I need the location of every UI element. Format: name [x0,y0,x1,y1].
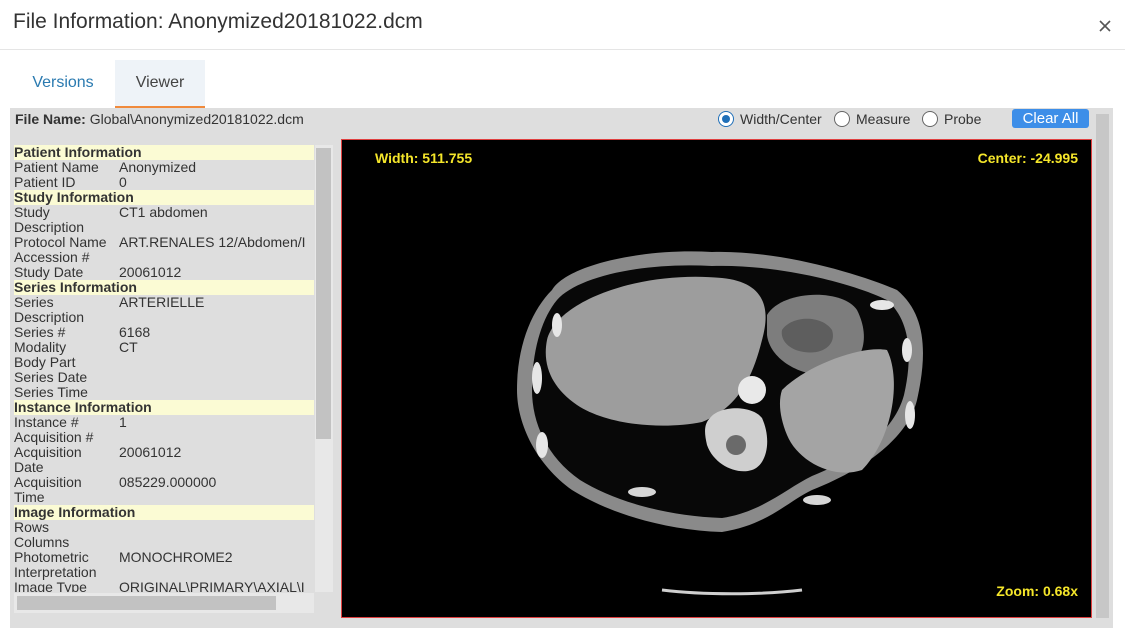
list-item: Study Date 20061012 [14,264,182,280]
list-item: Acquisition Time 085229.000000 [14,474,217,505]
list-item: Rows [14,519,50,535]
file-name-value: Global\Anonymized20181022.dcm [89,111,304,127]
section-patient: Patient Information [14,145,314,160]
tool-measure[interactable]: Measure [834,109,910,129]
list-item: Body Part [14,354,76,370]
list-item: Instance #1 [14,414,127,430]
panel-scrollbar[interactable] [1096,114,1109,618]
dialog-header: File Information: Anonymized20181022.dcm [0,0,1125,50]
tool-width-center[interactable]: Width/Center [718,109,822,129]
window-width-readout: Width: 511.755 [375,150,473,166]
list-item: Modality CT [14,339,138,355]
tool-width-center-label: Width/Center [740,111,822,127]
tab-bar: Versions Viewer [0,60,1125,108]
list-item: Acquisition Date 20061012 [14,444,182,475]
section-study: Study Information [14,190,314,205]
tab-versions[interactable]: Versions [13,60,113,108]
section-instance: Instance Information [14,400,314,415]
list-item: Patient ID 0 [14,174,127,190]
ct-scan-image [517,251,923,596]
tool-probe[interactable]: Probe [922,109,981,129]
dialog-title: File Information: Anonymized20181022.dcm [13,10,423,33]
list-item: Protocol Name ART.RENALES 12/Abdomen/I [14,234,306,250]
tool-measure-label: Measure [856,111,911,127]
zoom-readout: Zoom: 0.68x [996,583,1078,599]
clear-all-button[interactable]: Clear All [1012,109,1089,128]
list-item: Columns [14,534,70,550]
dicom-image-viewer[interactable]: Width: 511.755 Center: -24.995 Zoom: 0.6… [341,139,1092,618]
list-item: Acquisition # [14,429,94,445]
info-scroll-thumb[interactable] [316,148,331,439]
list-item: Series Date [14,369,88,385]
list-item: Series Time [14,384,88,400]
list-item: Study Description CT1 abdomen [14,204,208,235]
window-center-readout: Center: -24.995 [977,150,1078,166]
tool-probe-label: Probe [944,111,982,127]
list-item: Photometric Interpretation MONOCHROME2 [14,549,233,580]
file-name-row: File Name: Global\Anonymized20181022.dcm [15,109,304,129]
list-item: Series Description ARTERIELLE [14,294,205,325]
info-hscroll-thumb[interactable] [17,596,276,610]
tab-viewer[interactable]: Viewer [115,60,205,108]
section-image: Image Information [14,505,314,520]
radio-icon[interactable] [834,111,850,127]
list-item: Accession # [14,249,90,265]
list-item: Image Type ORIGINAL\PRIMARY\AXIAL\I [14,579,305,593]
radio-selected-icon[interactable] [718,111,734,127]
list-item: Series #6168 [14,324,151,340]
close-icon[interactable] [1096,14,1114,36]
file-name-label: File Name: [15,111,86,127]
dicom-info-list: Patient Information Patient Name Anonymiz… [14,145,314,592]
section-series: Series Information [14,280,314,295]
list-item: Patient Name Anonymized [14,159,197,175]
radio-icon[interactable] [922,111,938,127]
